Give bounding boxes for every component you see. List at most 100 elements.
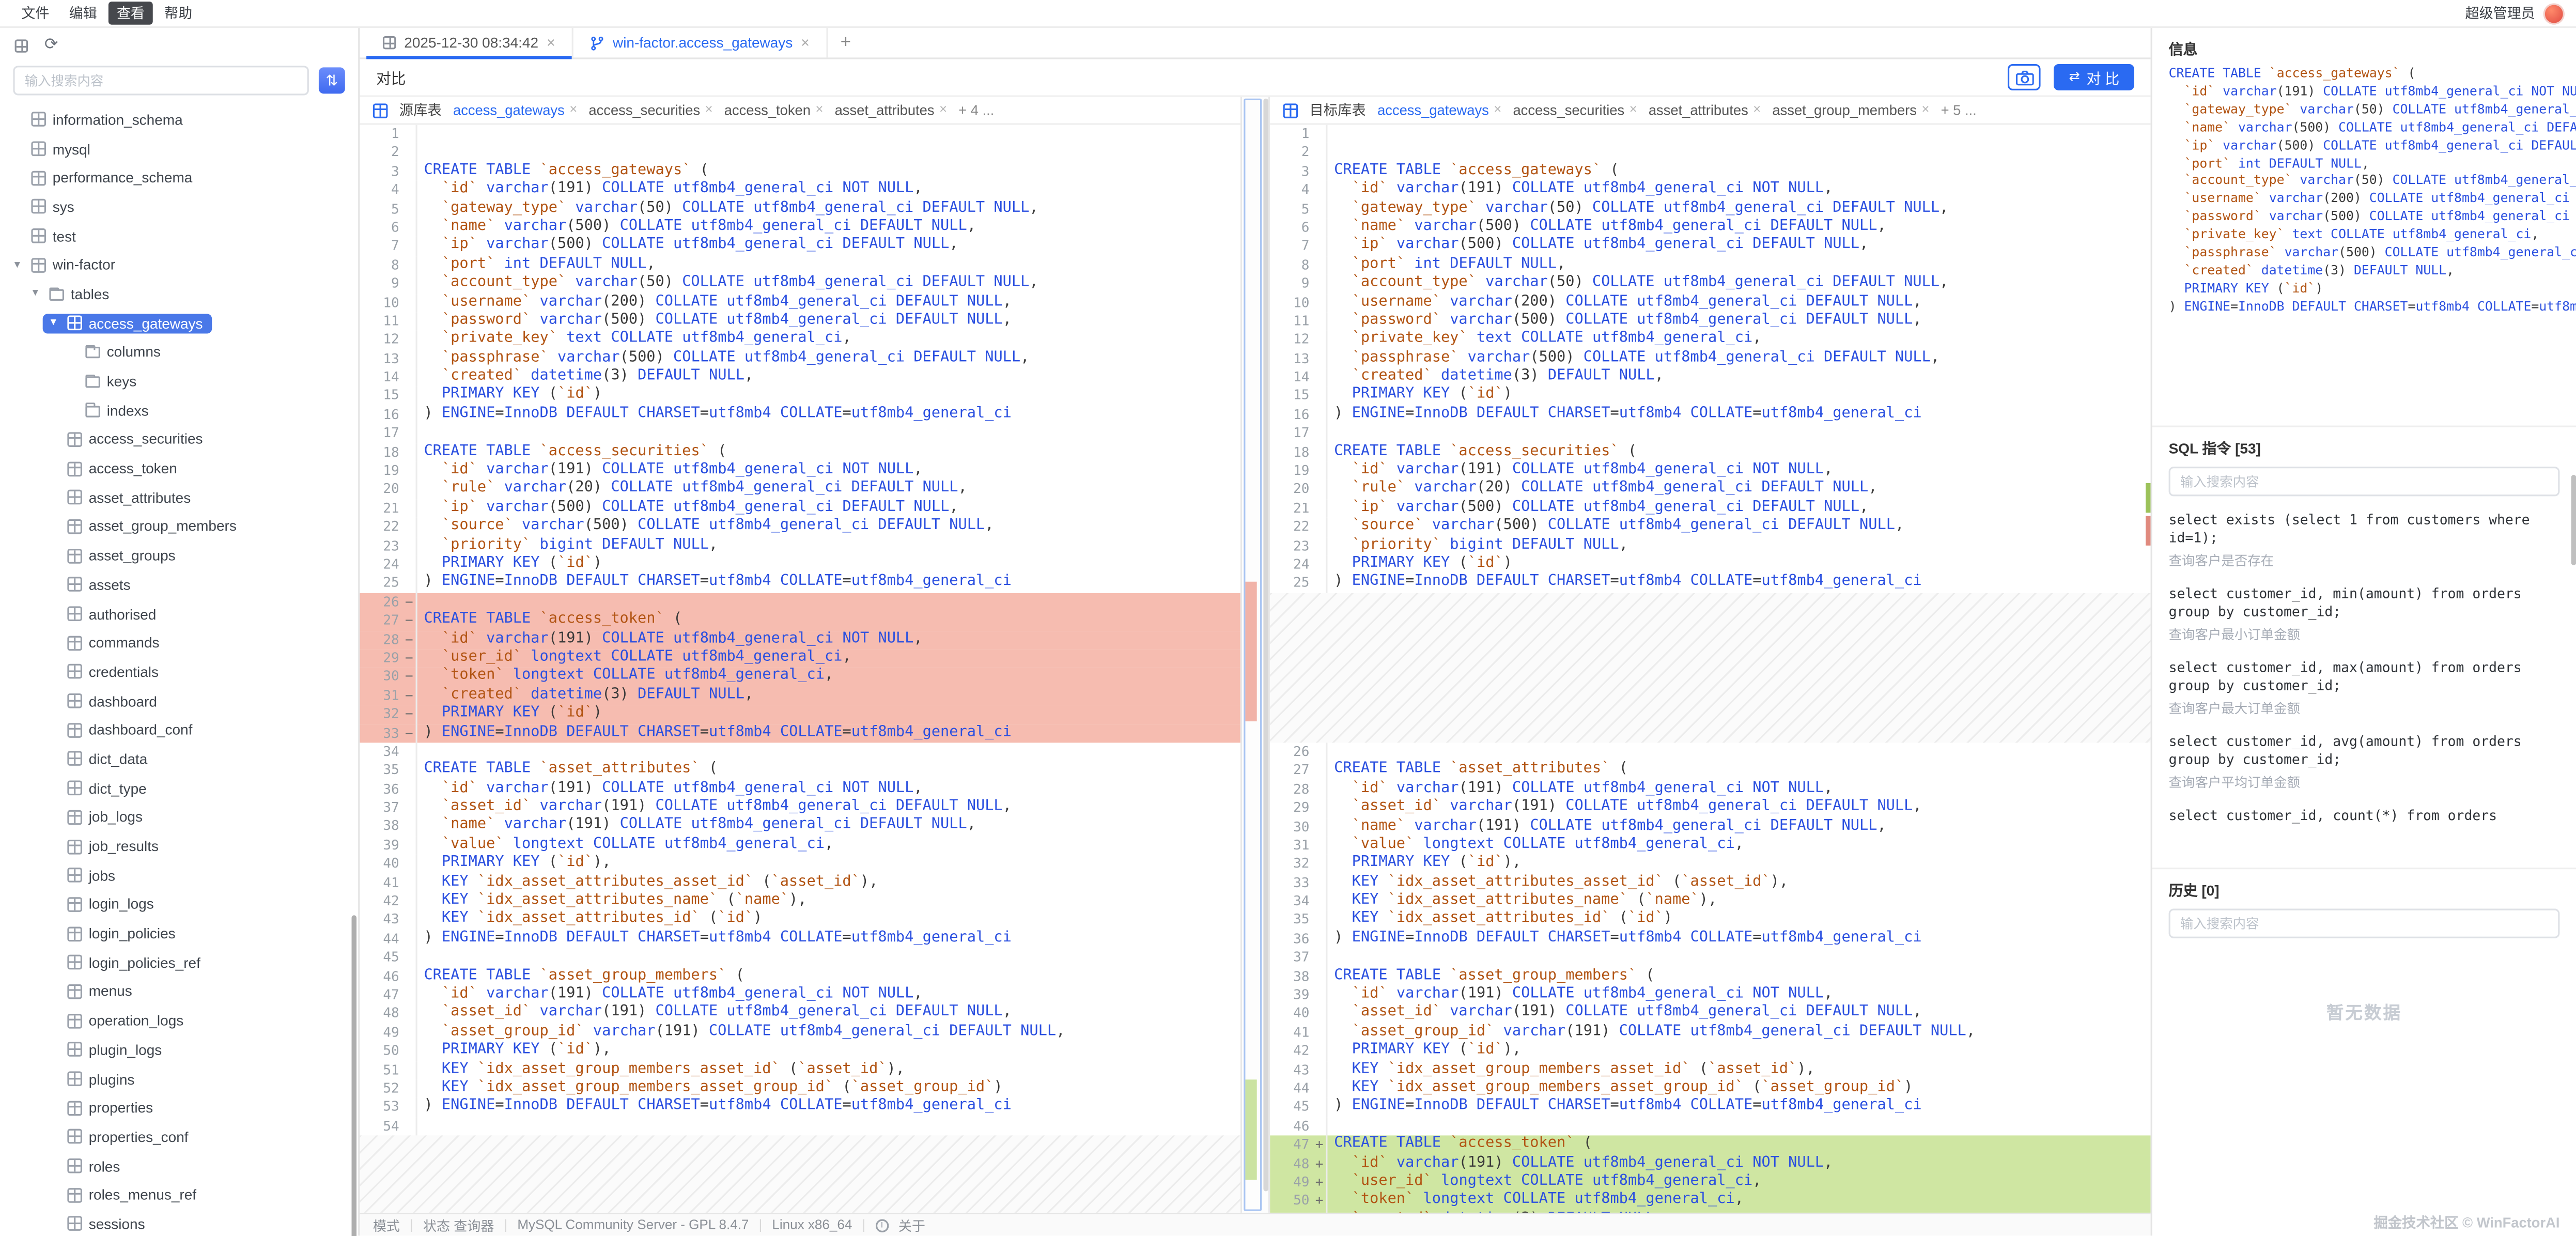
close-icon[interactable]: × [569, 103, 577, 116]
sidebar-scrollbar[interactable] [352, 915, 357, 1236]
tree-item-jobs[interactable]: jobs [0, 861, 358, 890]
source-tab-asset_attributes[interactable]: asset_attributes× [835, 102, 947, 118]
tree-item-plugin-logs[interactable]: plugin_logs [0, 1035, 358, 1064]
tree-item-authorised[interactable]: authorised [0, 599, 358, 628]
tree-item-menus[interactable]: menus [0, 977, 358, 1006]
refresh-icon[interactable]: ⟳ [44, 38, 58, 54]
diff-marker [1313, 125, 1326, 144]
about-label[interactable]: 关于 [898, 1215, 925, 1235]
editor-scrollbar[interactable] [1263, 99, 1268, 1192]
close-icon[interactable]: × [939, 103, 947, 116]
tree-item-login-policies[interactable]: login_policies [0, 919, 358, 948]
history-search-input[interactable] [2169, 909, 2560, 938]
tree-item-asset-groups[interactable]: asset_groups [0, 541, 358, 570]
tree-item-commands[interactable]: commands [0, 628, 358, 657]
tree-item-properties-conf[interactable]: properties_conf [0, 1122, 358, 1151]
tree-item-job-logs[interactable]: job_logs [0, 802, 358, 831]
source-more-tabs[interactable]: + 4 ... [958, 102, 994, 118]
chevron-down-icon[interactable]: ▾ [28, 287, 43, 302]
add-tab-button[interactable]: + [828, 28, 864, 57]
close-icon[interactable]: × [1494, 103, 1501, 116]
screenshot-button[interactable] [2008, 64, 2041, 90]
tree-item-assets[interactable]: assets [0, 570, 358, 599]
right-panel: 信息 CREATE TABLE `access_gateways` ( `id`… [2151, 28, 2576, 1235]
collapse-sort-button[interactable]: ⇅ [319, 67, 345, 94]
tree-item-login-logs[interactable]: login_logs [0, 890, 358, 919]
sql-command-item[interactable]: select customer_id, avg(amount) from ord… [2152, 724, 2576, 798]
menu-item-edit[interactable]: 编辑 [61, 2, 105, 25]
target-more-tabs[interactable]: + 5 ... [1941, 102, 1977, 118]
target-tab-asset_attributes[interactable]: asset_attributes× [1649, 102, 1761, 118]
tab-table-access-gateways[interactable]: win-factor.access_gateways× [573, 28, 828, 57]
tree-item-roles[interactable]: roles [0, 1151, 358, 1180]
menu-item-file[interactable]: 文件 [13, 2, 57, 25]
tree-item-dict-type[interactable]: dict_type [0, 774, 358, 802]
diff-marker [402, 162, 415, 181]
info-code-line: CREATE TABLE `access_gateways` ( [2169, 66, 2576, 84]
tree-item-asset-attributes[interactable]: asset_attributes [0, 483, 358, 512]
tree-item-credentials[interactable]: credentials [0, 657, 358, 686]
tree-item-keys[interactable]: keys [0, 367, 358, 396]
compare-button[interactable]: ⇄ 对 比 [2054, 64, 2134, 90]
tree-item-sessions[interactable]: sessions [0, 1210, 358, 1235]
avatar[interactable] [2545, 4, 2563, 22]
tree-item-dashboard[interactable]: dashboard [0, 686, 358, 715]
close-icon[interactable]: × [801, 35, 810, 50]
source-tab-access_gateways[interactable]: access_gateways× [453, 102, 577, 118]
tree-item-properties[interactable]: properties [0, 1093, 358, 1122]
about-icon[interactable] [875, 1218, 888, 1231]
database-list-icon[interactable] [15, 39, 28, 52]
close-icon[interactable]: × [1922, 103, 1930, 116]
source-editor[interactable]: 123CREATE TABLE `access_gateways` (4 `id… [360, 125, 1240, 1213]
sql-command-item[interactable]: select customer_id, min(amount) from ord… [2152, 577, 2576, 651]
chevron-down-icon[interactable]: ▾ [46, 316, 61, 331]
tree-item-indexs[interactable]: indexs [0, 396, 358, 425]
close-icon[interactable]: × [815, 103, 823, 116]
tree-item-test[interactable]: test [0, 222, 358, 251]
target-tab-access_gateways[interactable]: access_gateways× [1377, 102, 1501, 118]
tree-item-mysql[interactable]: mysql [0, 134, 358, 163]
tree-item-sys[interactable]: sys [0, 192, 358, 221]
tree-item-performance-schema[interactable]: performance_schema [0, 163, 358, 192]
line-number: 34 [1270, 892, 1313, 911]
tree-item-tables[interactable]: ▾tables [0, 280, 358, 308]
tree-item-login-policies-ref[interactable]: login_policies_ref [0, 948, 358, 977]
tree-item-dashboard-conf[interactable]: dashboard_conf [0, 716, 358, 745]
tree-item-win-factor[interactable]: ▾win-factor [0, 251, 358, 280]
chevron-down-icon[interactable]: ▾ [10, 258, 25, 273]
tree-item-columns[interactable]: columns [0, 337, 358, 366]
source-tab-access_token[interactable]: access_token× [724, 102, 824, 118]
sql-search-input[interactable] [2169, 467, 2560, 496]
line-number: 22 [360, 518, 402, 536]
tree-item-job-results[interactable]: job_results [0, 832, 358, 861]
sidebar-search-input[interactable] [13, 66, 308, 95]
target-tab-access_securities[interactable]: access_securities× [1513, 102, 1637, 118]
target-editor[interactable]: 123CREATE TABLE `access_gateways` (4 `id… [1270, 125, 2150, 1213]
tree-item-asset-group-members[interactable]: asset_group_members [0, 512, 358, 541]
tree-item-information-schema[interactable]: information_schema [0, 105, 358, 134]
diff-marker: + [1313, 1136, 1326, 1154]
menu-item-help[interactable]: 帮助 [156, 2, 200, 25]
diff-overview-ruler[interactable] [1240, 97, 1270, 1213]
close-icon[interactable]: × [547, 35, 555, 50]
tree-item-access-token[interactable]: access_token [0, 454, 358, 483]
line-number: 14 [360, 368, 402, 387]
close-icon[interactable]: × [705, 103, 713, 116]
tree-item-dict-data[interactable]: dict_data [0, 745, 358, 774]
menu-item-view[interactable]: 查看 [108, 2, 153, 25]
tree-item-plugins[interactable]: plugins [0, 1064, 358, 1093]
source-tab-access_securities[interactable]: access_securities× [588, 102, 712, 118]
close-icon[interactable]: × [1753, 103, 1761, 116]
tree-item-operation-logs[interactable]: operation_logs [0, 1006, 358, 1035]
target-tab-asset_group_members[interactable]: asset_group_members× [1772, 102, 1929, 118]
sql-command-item[interactable]: select exists (select 1 from customers w… [2152, 503, 2576, 577]
tab-compare-session[interactable]: 2025-12-30 08:34:42× [366, 28, 573, 57]
tree-item-roles-menus-ref[interactable]: roles_menus_ref [0, 1181, 358, 1210]
line-number: 33 [360, 724, 402, 743]
tree-item-access-gateways[interactable]: ▾access_gateways [0, 308, 358, 337]
tree-item-access-securities[interactable]: access_securities [0, 425, 358, 454]
sql-command-item[interactable]: select customer_id, count(*) from orders [2152, 798, 2576, 831]
sql-command-item[interactable]: select customer_id, max(amount) from ord… [2152, 651, 2576, 724]
close-icon[interactable]: × [1630, 103, 1637, 116]
right-panel-scrollbar[interactable] [2571, 475, 2576, 565]
